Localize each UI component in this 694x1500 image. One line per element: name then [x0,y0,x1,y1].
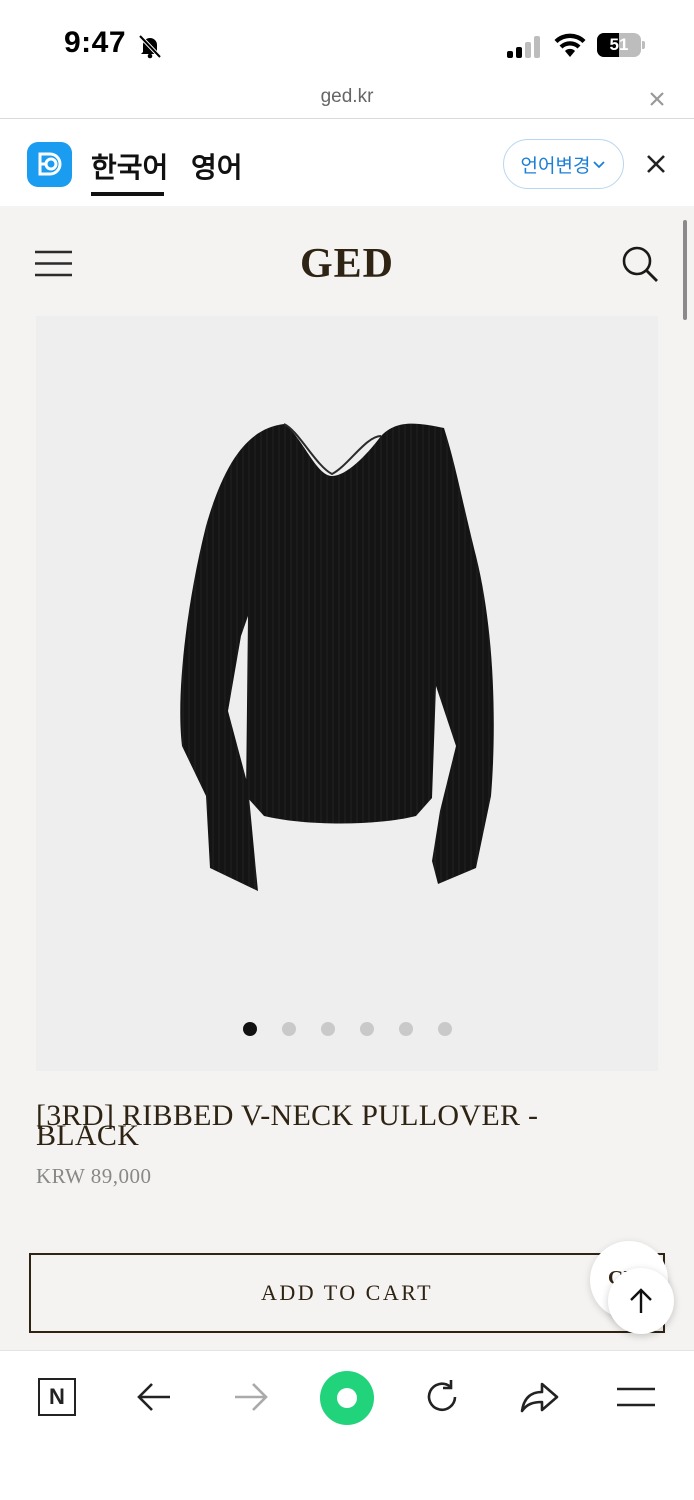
home-icon: N [38,1378,76,1416]
menu-button[interactable] [612,1373,660,1421]
close-translate-icon[interactable] [645,153,667,175]
site-logo[interactable]: GED [0,240,694,288]
bell-off-icon [138,34,162,59]
pagination-dot[interactable] [359,1022,374,1036]
image-pagination [36,316,658,1071]
status-time: 9:47 [64,26,127,59]
battery-icon: 51 [597,33,645,57]
translate-bar: 한국어 영어 언어변경 [0,120,694,206]
pagination-dot[interactable] [437,1022,452,1036]
share-button[interactable] [515,1373,563,1421]
battery-level: 51 [609,35,629,54]
menu-icon [617,1387,655,1407]
page-content: GED [3RD] RIBBED V-NECK PULLOVER - BLACK… [0,206,694,1350]
close-icon[interactable] [646,88,668,110]
green-dot-button[interactable] [320,1371,374,1425]
product-image[interactable] [36,316,658,1071]
papago-logo-icon [27,142,72,187]
cellular-signal-icon [507,36,543,58]
pagination-dot[interactable] [281,1022,296,1036]
search-icon[interactable] [620,244,660,284]
status-bar: 9:47 51 [0,0,694,84]
active-tab-indicator [91,192,164,196]
pagination-dot[interactable] [320,1022,335,1036]
tab-english[interactable]: 영어 [191,146,243,186]
wifi-icon [554,33,586,57]
url-domain[interactable]: ged.kr [0,86,694,108]
forward-arrow-icon [235,1383,268,1411]
change-language-label: 언어변경 [520,155,591,177]
reload-button[interactable] [418,1373,466,1421]
url-bar[interactable]: ged.kr [0,84,694,119]
change-language-button[interactable]: 언어변경 [503,139,624,189]
home-button[interactable]: N [33,1373,81,1421]
add-to-cart-button[interactable]: ADD TO CART [29,1253,665,1333]
share-icon [520,1382,559,1413]
reload-icon [427,1380,457,1412]
green-dot-icon [337,1388,357,1408]
back-button[interactable] [130,1373,178,1421]
arrow-up-icon [630,1288,652,1313]
browser-toolbar: N [0,1350,694,1500]
tab-korean[interactable]: 한국어 [91,146,168,186]
back-arrow-icon [137,1383,170,1411]
scroll-to-top-button[interactable] [608,1268,674,1334]
product-price: KRW 89,000 [36,1164,152,1188]
pagination-dot[interactable] [242,1022,257,1036]
forward-button[interactable] [227,1373,275,1421]
chevron-down-icon [593,161,606,169]
product-title: [3RD] RIBBED V-NECK PULLOVER - BLACK [36,1099,539,1152]
pagination-dot[interactable] [398,1022,413,1036]
